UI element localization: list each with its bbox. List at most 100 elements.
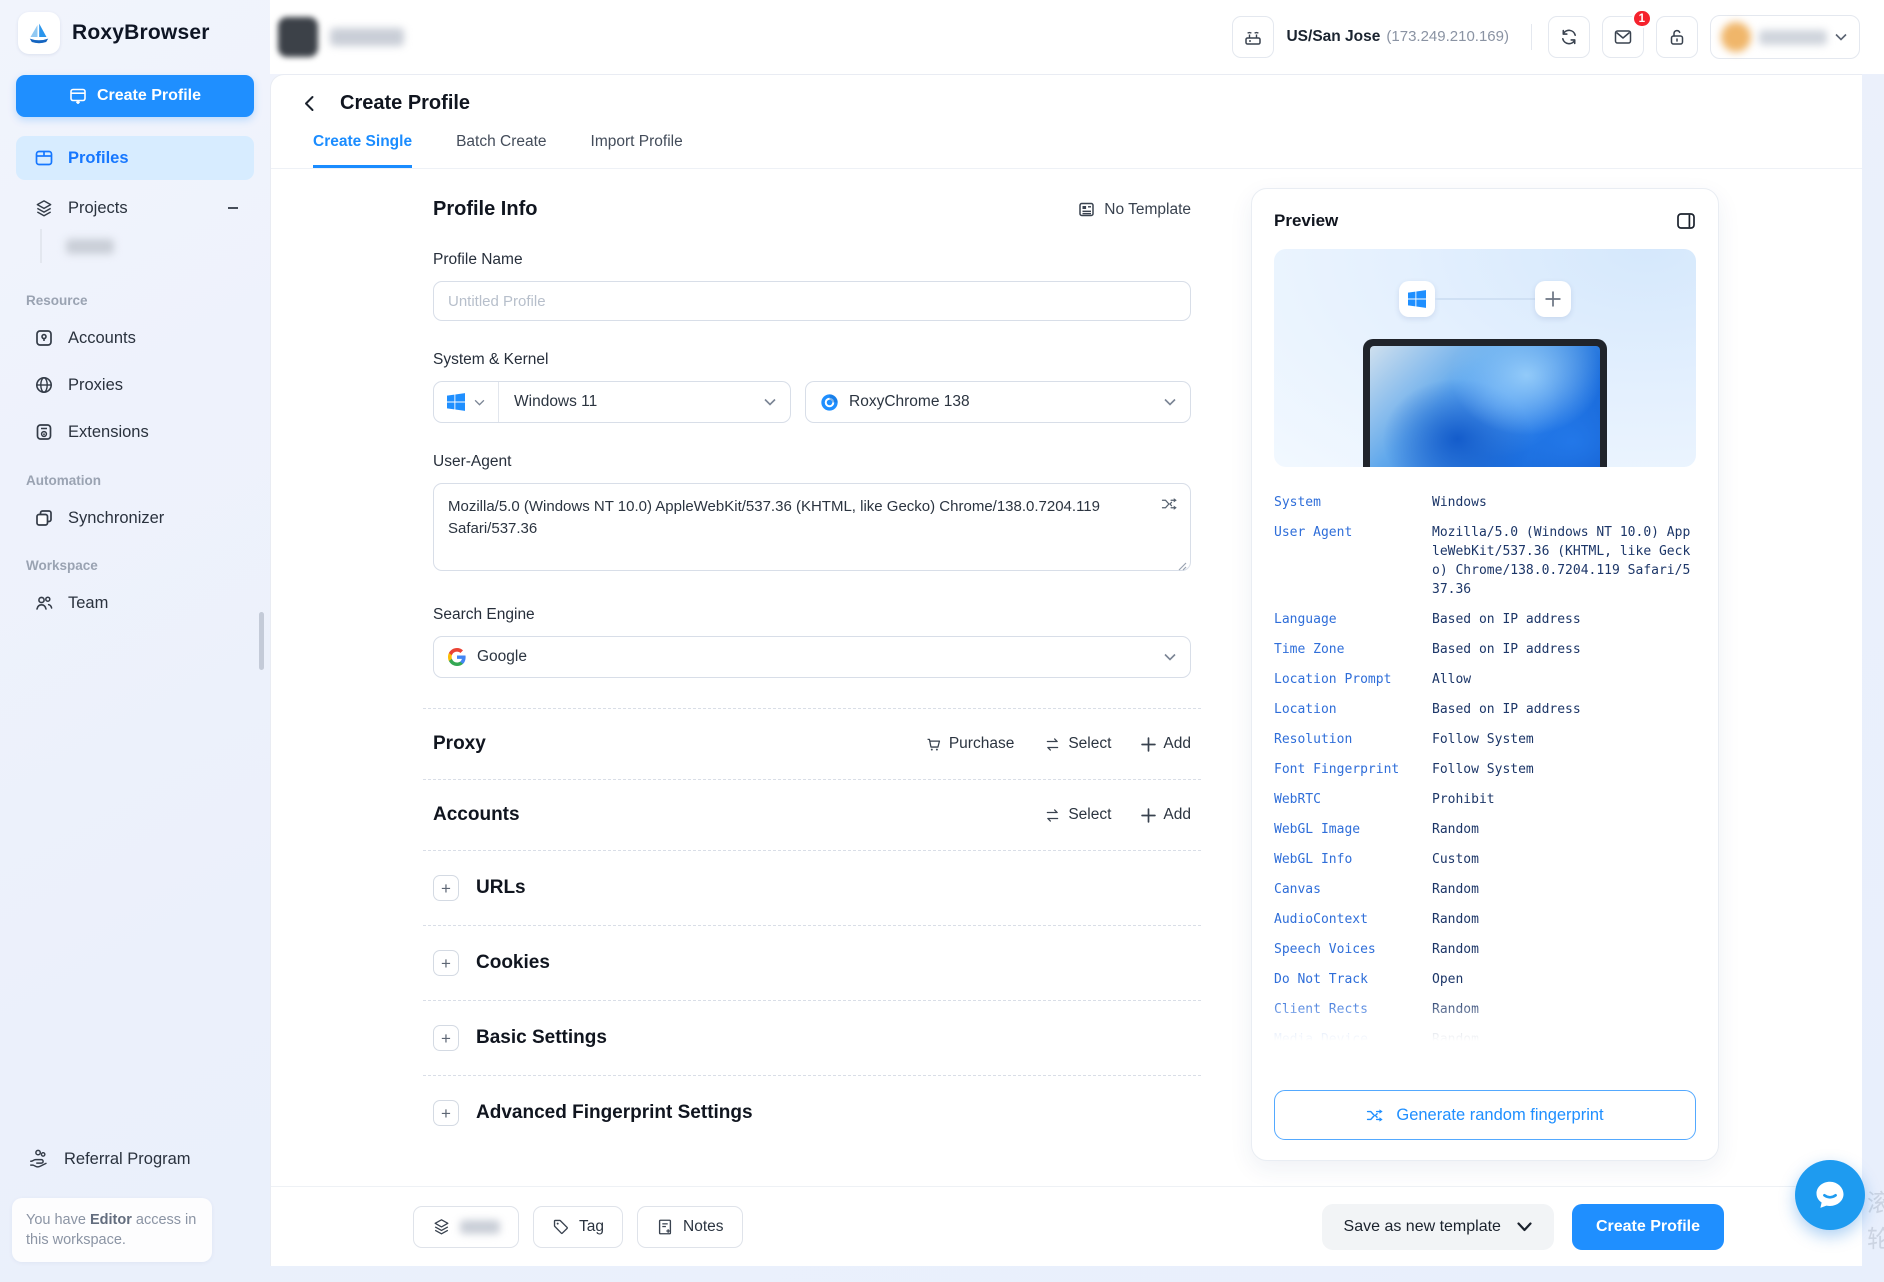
tab-import-profile[interactable]: Import Profile <box>591 133 683 168</box>
user-agent-label: User-Agent <box>433 453 1191 471</box>
fp-label: Location Prompt <box>1274 670 1432 689</box>
tag-button[interactable]: Tag <box>533 1206 623 1248</box>
template-selector[interactable]: No Template <box>1078 201 1191 219</box>
chevron-down-icon <box>764 398 776 406</box>
messages-button[interactable]: 1 <box>1602 16 1644 58</box>
google-icon <box>448 648 466 666</box>
device-preview-image <box>1363 339 1607 467</box>
sidebar-item-proxies[interactable]: Proxies <box>16 363 254 407</box>
save-as-template-button[interactable]: Save as new template <box>1322 1204 1554 1250</box>
network-proxy-button[interactable] <box>1232 16 1274 58</box>
accounts-title: Accounts <box>433 804 520 826</box>
preview-title: Preview <box>1274 211 1338 231</box>
sidebar-item-projects[interactable]: Projects <box>16 186 254 230</box>
cookies-section: + Cookies <box>433 926 1191 1000</box>
refresh-button[interactable] <box>1548 16 1590 58</box>
proxy-add-button[interactable]: Add <box>1141 735 1191 753</box>
notes-button[interactable]: Notes <box>637 1206 743 1248</box>
os-select[interactable]: Windows 11 <box>433 381 791 423</box>
windows-logo-icon <box>447 393 465 411</box>
workspace-chip[interactable] <box>278 17 404 57</box>
fp-value: Random <box>1432 1000 1696 1019</box>
fp-value: Prohibit <box>1432 790 1696 809</box>
wallpaper-bloom <box>1370 346 1600 467</box>
team-icon <box>34 593 54 613</box>
project-name-redacted <box>460 1220 500 1234</box>
sidebar-item-synchronizer[interactable]: Synchronizer <box>16 496 254 540</box>
unread-badge: 1 <box>1632 9 1652 28</box>
user-agent-textarea[interactable]: Mozilla/5.0 (Windows NT 10.0) AppleWebKi… <box>433 483 1191 571</box>
shuffle-user-agent-button[interactable] <box>1161 495 1179 513</box>
globe-icon <box>34 375 54 395</box>
tab-create-single[interactable]: Create Single <box>313 133 412 168</box>
os-icon-select[interactable] <box>434 382 499 422</box>
hand-coins-icon <box>28 1148 50 1170</box>
fp-value: Windows <box>1432 493 1696 512</box>
proxy-select-button[interactable]: Select <box>1044 735 1111 753</box>
sidebar-item-profiles[interactable]: Profiles <box>16 136 254 180</box>
fingerprint-row: Location PromptAllow <box>1274 670 1696 689</box>
referral-program-link[interactable]: Referral Program <box>28 1148 191 1170</box>
fp-label: Client Rects <box>1274 1000 1432 1019</box>
project-name-redacted <box>66 239 114 254</box>
note-plus-icon <box>656 1218 674 1236</box>
sidebar-item-accounts[interactable]: Accounts <box>16 316 254 360</box>
generate-random-fingerprint-button[interactable]: Generate random fingerprint <box>1274 1090 1696 1140</box>
workspace-access-note: You have Editor access in this workspace… <box>12 1198 212 1262</box>
referral-label: Referral Program <box>64 1150 191 1169</box>
project-sub-item[interactable] <box>40 228 114 264</box>
search-engine-label: Search Engine <box>433 606 1191 624</box>
collapse-minus-icon[interactable] <box>226 201 240 215</box>
fp-value: Random <box>1432 940 1696 959</box>
proxy-title: Proxy <box>433 733 486 755</box>
swap-icon <box>1044 736 1061 753</box>
expand-advanced-settings-button[interactable]: + <box>433 1100 459 1126</box>
app-title: RoxyBrowser <box>72 21 210 45</box>
sidebar-item-extensions[interactable]: Extensions <box>16 410 254 454</box>
fp-label: Time Zone <box>1274 640 1432 659</box>
tag-icon <box>552 1218 570 1236</box>
create-profile-submit-button[interactable]: Create Profile <box>1572 1204 1724 1250</box>
fingerprint-preview-card: Preview <box>1251 188 1719 1161</box>
main-panel: Create Profile Create Single Batch Creat… <box>270 74 1862 1266</box>
proxy-location: US/San Jose (173.249.210.169) <box>1286 28 1509 46</box>
back-button[interactable] <box>301 95 318 112</box>
accounts-select-button[interactable]: Select <box>1044 806 1111 824</box>
fingerprint-row: Media DeviceRandom <box>1274 1030 1696 1049</box>
project-select-button[interactable] <box>413 1206 519 1248</box>
kernel-select[interactable]: RoxyChrome 138 <box>805 381 1191 423</box>
mail-icon <box>1613 27 1633 47</box>
expand-basic-settings-button[interactable]: + <box>433 1025 459 1051</box>
tab-batch-create[interactable]: Batch Create <box>456 133 546 168</box>
account-menu[interactable] <box>1710 15 1860 59</box>
fingerprint-row: WebGL InfoCustom <box>1274 850 1696 869</box>
sidebar-item-label: Projects <box>68 199 128 218</box>
search-engine-select[interactable]: Google <box>433 636 1191 678</box>
topbar-actions: US/San Jose (173.249.210.169) 1 <box>1232 0 1860 74</box>
advanced-settings-title: Advanced Fingerprint Settings <box>476 1102 753 1124</box>
fingerprint-row: SystemWindows <box>1274 493 1696 512</box>
fp-value: Allow <box>1432 670 1696 689</box>
divider <box>1531 24 1532 50</box>
accounts-add-button[interactable]: Add <box>1141 806 1191 824</box>
proxy-purchase-button[interactable]: Purchase <box>925 735 1014 753</box>
resize-handle[interactable] <box>1177 561 1187 571</box>
sidebar-scrollbar[interactable] <box>259 612 264 670</box>
add-node-button[interactable] <box>1535 281 1571 317</box>
notes-button-label: Notes <box>683 1218 724 1236</box>
app-logo-icon <box>18 12 60 54</box>
sidebar-item-label: Accounts <box>68 329 136 348</box>
support-chat-button[interactable] <box>1795 1160 1865 1230</box>
profile-name-input[interactable] <box>433 281 1191 321</box>
lock-button[interactable] <box>1656 16 1698 58</box>
fp-label: Speech Voices <box>1274 940 1432 959</box>
fingerprint-row: Speech VoicesRandom <box>1274 940 1696 959</box>
plus-icon <box>1545 291 1561 307</box>
sidebar-item-team[interactable]: Team <box>16 581 254 625</box>
fp-label: System <box>1274 493 1432 512</box>
tab-bar: Create Single Batch Create Import Profil… <box>271 133 1862 169</box>
expand-urls-button[interactable]: + <box>433 875 459 901</box>
expand-cookies-button[interactable]: + <box>433 950 459 976</box>
collapse-panel-icon[interactable] <box>1676 212 1696 230</box>
create-profile-button[interactable]: Create Profile <box>16 75 254 117</box>
